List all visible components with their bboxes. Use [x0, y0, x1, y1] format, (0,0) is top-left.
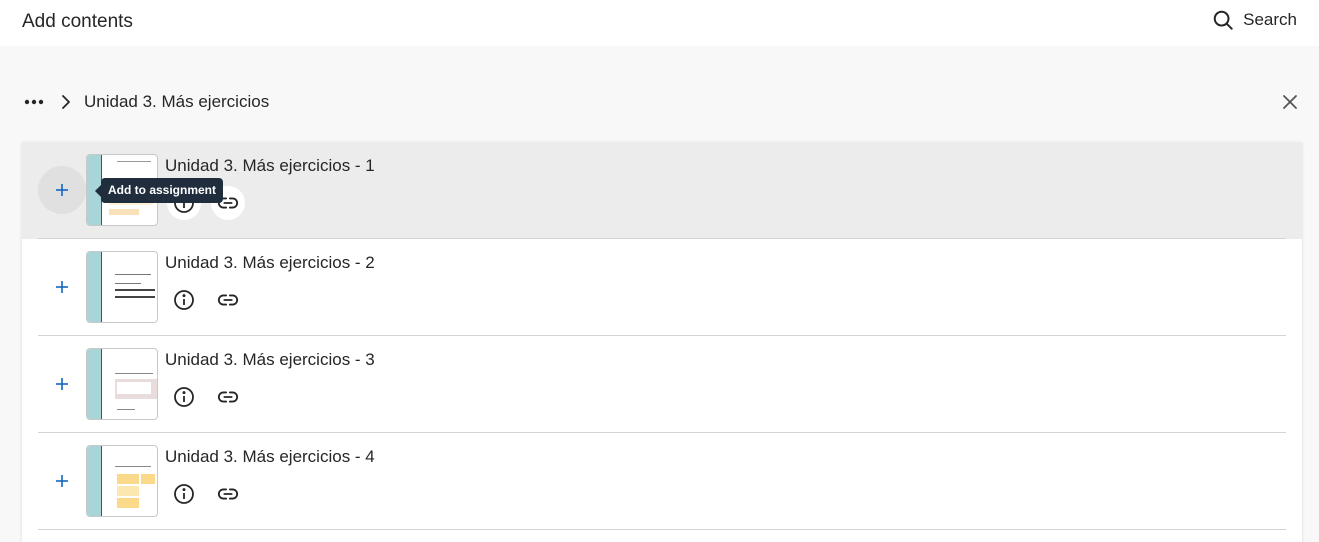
item-title[interactable]: Unidad 3. Más ejercicios - 4 — [165, 447, 375, 467]
plus-icon — [56, 475, 68, 487]
add-to-assignment-button[interactable] — [38, 457, 86, 505]
item-title[interactable]: Unidad 3. Más ejercicios - 2 — [165, 253, 375, 273]
list-item[interactable]: Unidad 3. Más ejercicios - 4 — [22, 433, 1302, 530]
header-bar: Add contents Search — [0, 0, 1319, 46]
item-title[interactable]: Unidad 3. Más ejercicios - 1 — [165, 156, 375, 176]
add-to-assignment-button[interactable] — [38, 263, 86, 311]
chevron-right-icon — [61, 90, 75, 114]
content-thumbnail — [86, 348, 158, 420]
add-to-assignment-button[interactable] — [38, 360, 86, 408]
search-label: Search — [1243, 10, 1297, 29]
breadcrumb: Unidad 3. Más ejercicios — [22, 88, 269, 116]
info-icon — [174, 484, 194, 504]
copy-link-button[interactable] — [211, 380, 245, 414]
close-icon — [1283, 95, 1297, 109]
list-item[interactable]: Unidad 3. Más ejercicios - 2 — [22, 239, 1302, 336]
link-icon — [217, 488, 239, 500]
list-item[interactable]: Unidad 3. Más ejercicios - 3 — [22, 336, 1302, 433]
plus-icon — [56, 184, 68, 196]
search-button[interactable]: Search — [1212, 9, 1297, 31]
breadcrumb-current[interactable]: Unidad 3. Más ejercicios — [84, 92, 269, 112]
plus-icon — [56, 281, 68, 293]
copy-link-button[interactable] — [211, 477, 245, 511]
info-icon — [174, 387, 194, 407]
breadcrumb-more-button[interactable] — [22, 90, 46, 114]
item-title[interactable]: Unidad 3. Más ejercicios - 3 — [165, 350, 375, 370]
info-button[interactable] — [167, 477, 201, 511]
link-icon — [217, 294, 239, 306]
add-to-assignment-button[interactable] — [38, 166, 86, 214]
page-title: Add contents — [22, 11, 133, 32]
close-button[interactable] — [1279, 91, 1301, 113]
info-icon — [174, 290, 194, 310]
more-horizontal-icon — [24, 99, 44, 105]
search-icon — [1213, 10, 1233, 30]
copy-link-button[interactable] — [211, 283, 245, 317]
info-button[interactable] — [167, 380, 201, 414]
content-thumbnail — [86, 445, 158, 517]
link-icon — [217, 391, 239, 403]
tooltip-label: Add to assignment — [108, 183, 217, 197]
add-to-assignment-tooltip: Add to assignment — [95, 178, 224, 203]
plus-icon — [56, 378, 68, 390]
content-thumbnail — [86, 251, 158, 323]
tooltip-arrow — [95, 185, 101, 197]
info-button[interactable] — [167, 283, 201, 317]
